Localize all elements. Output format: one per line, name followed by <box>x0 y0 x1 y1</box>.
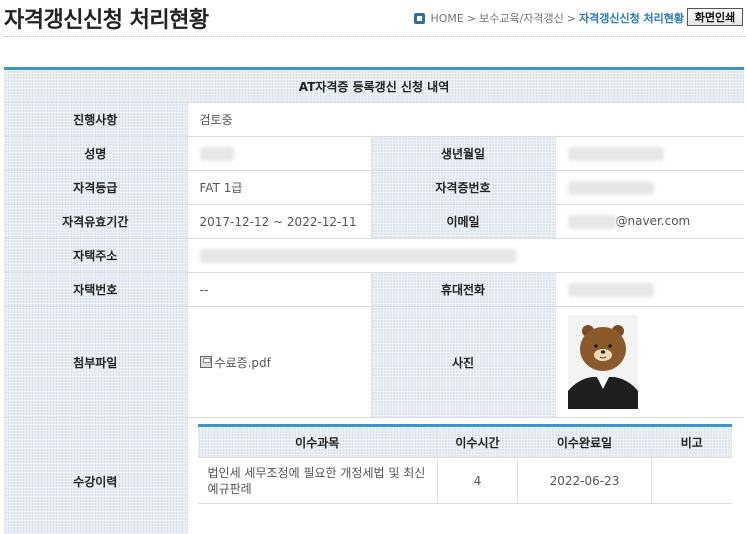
name-value <box>187 136 372 171</box>
redacted-cert-number <box>567 180 654 195</box>
photo-cell <box>555 306 744 418</box>
breadcrumb-current: 자격갱신신청 처리현황 <box>578 12 684 25</box>
history-header-date: 이수완료일 <box>517 425 652 458</box>
file-icon <box>199 356 212 368</box>
history-label: 수강이력 <box>4 417 188 534</box>
validity-value: 2017-12-12 ~ 2022-12-11 <box>187 204 372 239</box>
breadcrumb-separator: > <box>566 11 576 25</box>
email-value: @naver.com <box>555 204 744 239</box>
redacted-address <box>199 248 516 263</box>
history-header-note: 비고 <box>651 425 732 458</box>
table-caption: AT자격증 등록갱신 신청 내역 <box>4 68 744 103</box>
cert-number-value <box>555 170 744 205</box>
validity-label: 자격유효기간 <box>4 204 188 239</box>
progress-value: 검토중 <box>187 102 744 137</box>
history-cell: 이수과목 이수시간 이수완료일 비고 법인세 세무조정에 필요한 개정세법 및 … <box>187 417 744 534</box>
table-row: 법인세 세무조정에 필요한 개정세법 및 최신 예규판례 4 2022-06-2… <box>197 457 732 504</box>
cert-number-label: 자격증번호 <box>371 170 556 205</box>
history-hours: 4 <box>437 457 518 504</box>
birth-value <box>555 136 744 171</box>
attachment-label: 첨부파일 <box>4 306 188 418</box>
progress-label: 진행사항 <box>4 102 188 137</box>
grade-value: FAT 1급 <box>187 170 372 205</box>
print-button[interactable]: 화면인쇄 <box>687 8 743 26</box>
address-label: 자택주소 <box>4 238 188 273</box>
grade-label: 자격등급 <box>4 170 188 205</box>
history-header-hours: 이수시간 <box>437 425 518 458</box>
redacted-name <box>199 146 234 161</box>
photo-label: 사진 <box>371 306 556 418</box>
page-title: 자격갱신신청 처리현황 <box>4 8 209 33</box>
profile-photo <box>567 315 638 409</box>
mobile-value <box>555 272 744 307</box>
history-table: 이수과목 이수시간 이수완료일 비고 법인세 세무조정에 필요한 개정세법 및 … <box>197 424 732 504</box>
redacted-mobile <box>567 282 654 297</box>
mobile-label: 휴대전화 <box>371 272 556 307</box>
email-domain: @naver.com <box>615 214 691 229</box>
name-label: 성명 <box>4 136 188 171</box>
phone-value: -- <box>187 272 372 307</box>
attachment-value: 수료증.pdf <box>187 306 372 418</box>
application-table: AT자격증 등록갱신 신청 내역 진행사항 검토중 성명 생년월일 자격등급 F… <box>4 67 744 534</box>
email-label: 이메일 <box>371 204 556 239</box>
redacted-birthdate <box>567 146 664 161</box>
history-header-course: 이수과목 <box>197 425 438 458</box>
breadcrumb-separator: > <box>466 11 477 25</box>
header-divider <box>4 36 746 37</box>
redacted-email-user <box>567 214 616 229</box>
history-note <box>651 457 732 504</box>
birth-label: 생년월일 <box>371 136 556 171</box>
history-course: 법인세 세무조정에 필요한 개정세법 및 최신 예규판례 <box>197 457 438 504</box>
home-icon[interactable] <box>414 12 426 24</box>
breadcrumb-home[interactable]: HOME <box>430 12 463 25</box>
attachment-file-link[interactable]: 수료증.pdf <box>215 356 271 370</box>
phone-label: 자택번호 <box>4 272 188 307</box>
breadcrumb: HOME > 보수교육/자격갱신 > 자격갱신신청 처리현황 <box>414 10 684 26</box>
address-value <box>187 238 744 273</box>
page-header: 자격갱신신청 처리현황 HOME > 보수교육/자격갱신 > 자격갱신신청 처리… <box>0 0 746 40</box>
history-date: 2022-06-23 <box>517 457 652 504</box>
breadcrumb-level1[interactable]: 보수교육/자격갱신 <box>479 10 564 26</box>
